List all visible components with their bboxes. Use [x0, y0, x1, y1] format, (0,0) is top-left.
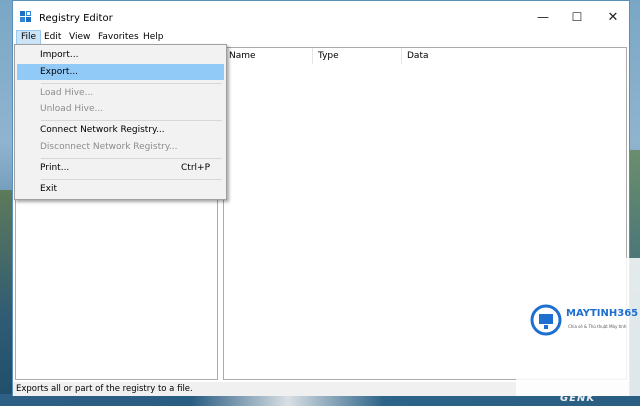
column-header-type[interactable]: Type [313, 48, 402, 64]
watermark-tagline: Chia sẻ & Thủ thuật Máy tính [568, 324, 627, 329]
menu-item-load-hive: Load Hive... [40, 88, 94, 98]
registry-editor-icon [20, 11, 31, 22]
menu-item-unload-hive: Unload Hive... [40, 104, 104, 114]
column-header-data[interactable]: Data [402, 48, 626, 64]
menu-item-export[interactable]: Export... [17, 64, 224, 80]
menu-item-import[interactable]: Import... [17, 47, 224, 63]
menu-bar: File Edit View Favorites Help [13, 30, 629, 45]
menu-item-print-label: Print... [40, 163, 70, 173]
menu-file[interactable]: File [16, 30, 42, 45]
menu-item-disconnect-network-registry: Disconnect Network Registry... [40, 142, 178, 152]
column-header-name[interactable]: Name [224, 48, 313, 64]
menu-favorites[interactable]: Favorites [94, 30, 143, 45]
print-shortcut: Ctrl+P [181, 163, 210, 173]
menu-view[interactable]: View [65, 30, 94, 45]
file-menu-dropdown: Import... Export... Load Hive... Unload … [14, 44, 227, 200]
menu-item-print[interactable]: Print... Ctrl+P [17, 160, 224, 176]
watermark-brand: MAYTINH365 [566, 308, 639, 319]
window-title: Registry Editor [39, 13, 113, 24]
menu-separator [41, 83, 222, 84]
menu-separator [41, 158, 222, 159]
menu-edit[interactable]: Edit [40, 30, 65, 45]
menu-item-connect-network-registry[interactable]: Connect Network Registry... [17, 122, 224, 138]
monitor-logo-icon [530, 304, 562, 336]
menu-help[interactable]: Help [139, 30, 168, 45]
menu-separator [41, 179, 222, 180]
menu-item-exit[interactable]: Exit [17, 181, 224, 197]
genk-watermark: GENK [560, 393, 596, 404]
menu-separator [41, 120, 222, 121]
maytinh365-watermark: MAYTINH365 Chia sẻ & Thủ thuật Máy tính [516, 258, 640, 396]
